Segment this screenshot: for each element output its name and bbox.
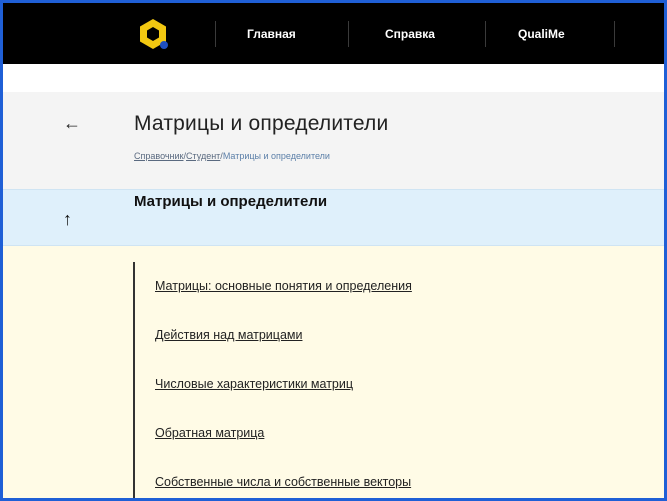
arrow-left-icon[interactable]: ← xyxy=(63,113,83,133)
top-navigation-bar: Главная Справка QualiMe xyxy=(3,3,664,64)
nav-separator xyxy=(215,21,216,47)
qualime-logo[interactable] xyxy=(136,17,170,51)
toc-link-numeric-characteristics[interactable]: Числовые характеристики матриц xyxy=(155,377,353,391)
spacer-strip xyxy=(3,64,664,92)
toc-link-matrix-operations[interactable]: Действия над матрицами xyxy=(155,328,302,342)
nav-item-home[interactable]: Главная xyxy=(247,24,296,44)
nav-separator xyxy=(614,21,615,47)
section-title: Матрицы и определители xyxy=(134,193,328,210)
nav-item-qualime[interactable]: QualiMe xyxy=(518,24,565,44)
toc-link-matrix-basics[interactable]: Матрицы: основные понятия и определения xyxy=(155,279,412,293)
nav-separator xyxy=(485,21,486,47)
page-title: Матрицы и определители xyxy=(134,112,389,135)
breadcrumb-link-student[interactable]: Студент xyxy=(186,151,220,161)
toc-link-eigenvalues[interactable]: Собственные числа и собственные векторы xyxy=(155,475,411,489)
breadcrumb: Справочник/Студент/Матрицы и определител… xyxy=(134,151,330,161)
breadcrumb-current: Матрицы и определители xyxy=(222,151,330,161)
nav-item-help[interactable]: Справка xyxy=(385,24,435,44)
toc-vertical-line xyxy=(133,262,135,498)
toc-link-inverse-matrix[interactable]: Обратная матрица xyxy=(155,426,264,440)
app-frame: Главная Справка QualiMe ← Матрицы и опре… xyxy=(0,0,667,501)
page-header xyxy=(3,92,664,189)
arrow-up-icon[interactable]: ↑ xyxy=(63,209,72,229)
nav-separator xyxy=(348,21,349,47)
section-header xyxy=(3,189,664,246)
breadcrumb-link-reference[interactable]: Справочник xyxy=(134,151,184,161)
